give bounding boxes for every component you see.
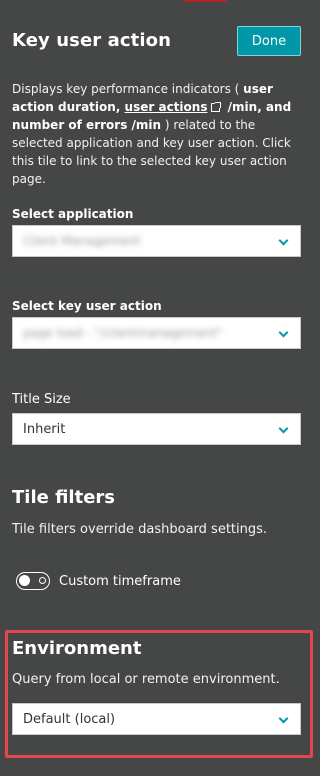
done-button[interactable]: Done — [237, 26, 301, 56]
title-size-select[interactable]: Inherit — [12, 413, 301, 445]
tile-filters-description: Tile filters override dashboard settings… — [12, 522, 268, 537]
select-application-label: Select application — [12, 207, 134, 221]
custom-timeframe-row: Custom timeframe — [16, 570, 181, 592]
chevron-down-icon — [278, 713, 289, 724]
chevron-down-icon — [278, 235, 289, 246]
chevron-down-icon — [278, 423, 289, 434]
title-size-label: Title Size — [12, 392, 71, 407]
panel-header: Key user action Done — [12, 24, 301, 58]
application-value: Client Management — [23, 234, 141, 248]
external-link-icon — [211, 102, 222, 112]
environment-title: Environment — [12, 638, 142, 659]
application-select[interactable]: Client Management — [12, 225, 301, 257]
environment-value: Default (local) — [23, 711, 116, 727]
custom-timeframe-label: Custom timeframe — [59, 573, 181, 589]
toggle-knob — [19, 575, 30, 586]
user-actions-link[interactable]: user actions — [125, 100, 208, 114]
environment-description: Query from local or remote environment. — [12, 672, 280, 687]
tile-filters-title: Tile filters — [12, 487, 116, 508]
tile-description: Displays key performance indicators ( us… — [12, 82, 292, 186]
chevron-down-icon — [278, 327, 289, 338]
select-key-user-action-label: Select key user action — [12, 299, 162, 313]
key-user-action-value: page load - "/clientmanagement" — [23, 326, 223, 340]
environment-select[interactable]: Default (local) — [12, 703, 301, 735]
title-size-value: Inherit — [23, 421, 66, 437]
top-accent-bar — [183, 0, 227, 2]
panel-title: Key user action — [12, 30, 171, 51]
custom-timeframe-toggle[interactable] — [16, 572, 50, 590]
toggle-off-icon — [39, 577, 46, 584]
key-user-action-select[interactable]: page load - "/clientmanagement" — [12, 317, 301, 349]
